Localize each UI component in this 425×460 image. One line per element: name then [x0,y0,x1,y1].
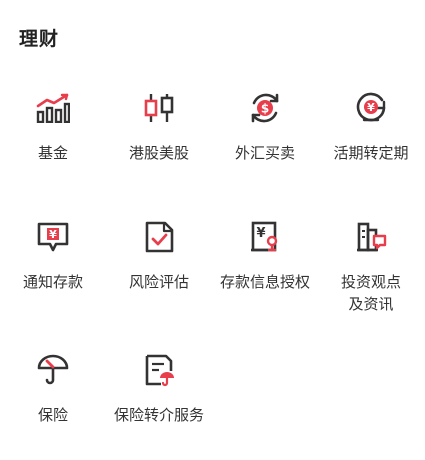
investment-news-icon [351,217,391,257]
tile-label: 投资观点 及资讯 [340,273,401,313]
tile-deposit-authorization[interactable]: ¥ 存款信息授权 [212,217,318,327]
svg-text:¥: ¥ [49,228,57,241]
tile-label: 基金 [37,144,68,162]
insurance-referral-icon [139,350,179,390]
tile-notice-deposit[interactable]: ¥ 通知存款 [0,217,106,327]
candlestick-icon [139,88,179,128]
tile-hk-us-stocks[interactable]: 港股美股 [106,88,212,198]
tile-label: 外汇买卖 [234,144,295,162]
currency-exchange-icon: $ [245,88,285,128]
tile-forex[interactable]: $ 外汇买卖 [212,88,318,198]
tile-label: 保险转介服务 [113,406,204,424]
tile-label: 风险评估 [128,273,189,291]
tile-demand-to-fixed[interactable]: ¥ 活期转定期 [318,88,424,198]
risk-assessment-icon [139,217,179,257]
tile-label: 存款信息授权 [219,273,310,291]
deposit-authorization-icon: ¥ [245,217,285,257]
tile-insurance[interactable]: 保险 [0,350,106,460]
tile-insurance-referral[interactable]: 保险转介服务 [106,350,212,460]
svg-text:¥: ¥ [367,101,375,114]
tile-label: 活期转定期 [333,144,409,162]
umbrella-icon [33,350,73,390]
svg-text:$: $ [261,102,269,116]
tile-fund[interactable]: 基金 [0,88,106,198]
yen-clock-icon: ¥ [351,88,391,128]
tile-investment-news[interactable]: 投资观点 及资讯 [318,217,424,327]
tile-label: 港股美股 [128,144,189,162]
tile-risk-assessment[interactable]: 风险评估 [106,217,212,327]
section-title: 理财 [19,28,60,50]
deposit-notice-icon: ¥ [33,217,73,257]
tile-label: 保险 [37,406,68,424]
tile-label: 通知存款 [22,273,83,291]
svg-text:¥: ¥ [256,226,265,241]
fund-chart-icon [33,88,73,128]
